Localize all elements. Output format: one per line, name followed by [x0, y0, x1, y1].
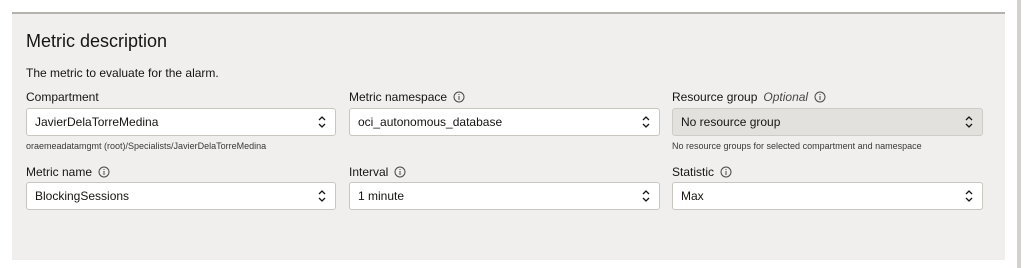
chevron-up-down-icon: [318, 190, 326, 202]
metric-description-panel: Metric description The metric to evaluat…: [12, 12, 1005, 260]
optional-tag: Optional: [763, 90, 809, 104]
chevron-up-down-icon: [318, 116, 326, 128]
chevron-up-down-icon: [642, 190, 650, 202]
resource-group-select[interactable]: No resource group: [672, 108, 983, 136]
info-icon[interactable]: [453, 91, 465, 103]
info-icon[interactable]: [98, 166, 110, 178]
statistic-select[interactable]: Max: [672, 182, 983, 210]
statistic-label: Statistic: [672, 165, 732, 179]
info-icon[interactable]: [814, 91, 826, 103]
interval-label: Interval: [349, 165, 406, 179]
chevron-up-down-icon: [965, 190, 973, 202]
compartment-path-hint: oraemeadatamgmt (root)/Specialists/Javie…: [26, 141, 267, 151]
section-description: The metric to evaluate for the alarm.: [26, 66, 219, 80]
metric-namespace-label: Metric namespace: [349, 90, 465, 104]
metric-namespace-select[interactable]: oci_autonomous_database: [349, 108, 660, 136]
compartment-label: Compartment: [26, 90, 99, 104]
interval-select[interactable]: 1 minute: [349, 182, 660, 210]
resource-group-hint: No resource groups for selected compartm…: [672, 141, 922, 151]
page-scrollbar[interactable]: [1017, 0, 1021, 268]
compartment-select[interactable]: JavierDelaTorreMedina: [26, 108, 336, 136]
metric-name-label: Metric name: [26, 165, 110, 179]
metric-name-select[interactable]: BlockingSessions: [26, 182, 336, 210]
info-icon[interactable]: [720, 166, 732, 178]
resource-group-label: Resource group Optional: [672, 90, 826, 104]
info-icon[interactable]: [394, 166, 406, 178]
section-title: Metric description: [26, 31, 168, 51]
chevron-up-down-icon: [965, 116, 973, 128]
chevron-up-down-icon: [642, 116, 650, 128]
